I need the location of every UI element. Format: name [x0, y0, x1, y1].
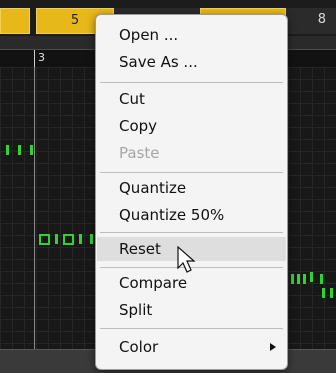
bar-number: 3 [38, 51, 45, 64]
note-event[interactable] [310, 272, 313, 282]
menu-item-color-label: Color [119, 338, 159, 356]
bar-marker [34, 50, 35, 67]
chevron-right-icon [270, 343, 276, 351]
note-event[interactable] [297, 274, 300, 284]
menu-item-quantize-50[interactable]: Quantize 50% [97, 203, 286, 227]
arrow-pointer-icon [177, 246, 196, 273]
pattern-slot-8[interactable]: 8 [286, 8, 336, 34]
bar-line [34, 67, 35, 349]
menu-item-copy[interactable]: Copy [97, 114, 286, 138]
menu-item-quantize[interactable]: Quantize [97, 176, 286, 200]
menu-item-paste: Paste [119, 144, 160, 162]
note-event[interactable] [79, 234, 82, 244]
note-event-selected[interactable] [63, 234, 74, 245]
note-event[interactable] [55, 234, 58, 244]
note-event[interactable] [18, 145, 21, 155]
note-event[interactable] [320, 274, 323, 284]
context-menu: Open ... Save As ... Cut Copy Paste Quan… [95, 14, 288, 370]
menu-item-open[interactable]: Open ... [97, 23, 286, 47]
note-event[interactable] [6, 145, 9, 155]
menu-item-split[interactable]: Split [97, 298, 286, 322]
note-event-selected[interactable] [39, 234, 50, 245]
menu-item-compare[interactable]: Compare [97, 271, 286, 295]
note-event[interactable] [90, 234, 93, 244]
note-event[interactable] [303, 274, 306, 284]
menu-separator [100, 232, 283, 233]
pattern-slot[interactable] [0, 8, 30, 34]
note-event[interactable] [30, 145, 33, 155]
note-event[interactable] [330, 288, 333, 298]
menu-separator [100, 172, 283, 173]
note-event[interactable] [322, 288, 325, 298]
note-event[interactable] [291, 274, 294, 284]
menu-separator [100, 328, 283, 329]
menu-item-save-as[interactable]: Save As ... [97, 50, 286, 74]
menu-separator [100, 82, 283, 83]
menu-item-cut[interactable]: Cut [97, 87, 286, 111]
menu-item-color[interactable]: Color [97, 335, 286, 359]
